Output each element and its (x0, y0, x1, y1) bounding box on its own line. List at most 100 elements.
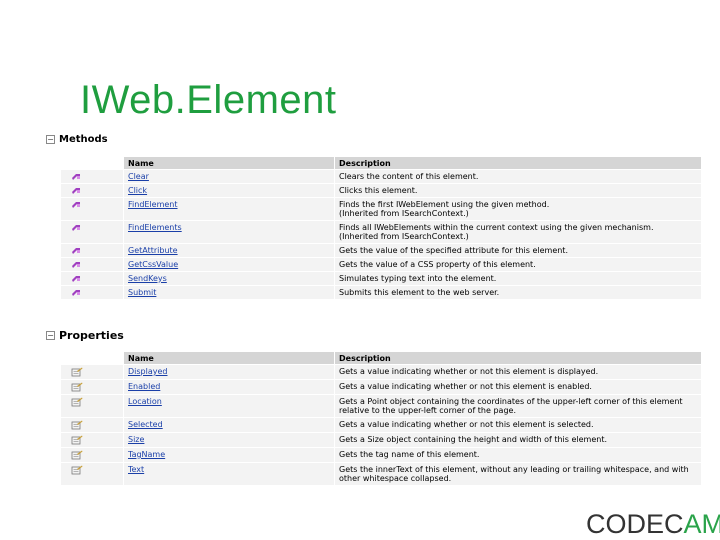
property-name-cell: TagName (124, 448, 334, 462)
method-row: GetCssValue Gets the value of a CSS prope… (61, 258, 701, 271)
property-description-cell: Gets the innerText of this element, with… (335, 463, 701, 485)
method-description-line: Gets the value of a CSS property of this… (339, 260, 536, 269)
method-name-link[interactable]: FindElement (128, 200, 178, 209)
method-name-link[interactable]: GetCssValue (128, 260, 178, 269)
property-description-cell: Gets a value indicating whether or not t… (335, 380, 701, 394)
method-description-cell: Simulates typing text into the element. (335, 272, 701, 285)
method-row: GetAttribute Gets the value of the specif… (61, 244, 701, 257)
name-column-header: Name (124, 352, 334, 364)
method-name-link[interactable]: Submit (128, 288, 156, 297)
property-description-cell: Gets a value indicating whether or not t… (335, 418, 701, 432)
property-description-line: Gets the tag name of this element. (339, 450, 480, 459)
property-name-link[interactable]: Location (128, 397, 162, 406)
method-name-cell: FindElement (124, 198, 334, 220)
property-icon (71, 450, 83, 462)
property-icon (71, 435, 83, 447)
properties-heading: Properties (59, 329, 124, 342)
icon-cell (61, 170, 123, 183)
method-name-cell: GetCssValue (124, 258, 334, 271)
method-description-line: Finds the first IWebElement using the gi… (339, 200, 550, 209)
property-description-line: Gets a Size object containing the height… (339, 435, 608, 444)
property-name-link[interactable]: Enabled (128, 382, 160, 391)
method-icon (71, 276, 82, 285)
property-name-link[interactable]: Text (128, 465, 144, 474)
method-description-cell: Gets the value of a CSS property of this… (335, 258, 701, 271)
slide-title: IWeb.Element (80, 78, 337, 122)
methods-heading: Methods (59, 134, 108, 145)
method-name-link[interactable]: Clear (128, 172, 149, 181)
properties-section-header[interactable]: − Properties (46, 329, 124, 342)
property-description-line: Gets a value indicating whether or not t… (339, 367, 599, 376)
icon-cell (61, 395, 123, 417)
property-description-line: Gets the innerText of this element, with… (339, 465, 689, 474)
collapse-icon[interactable]: − (46, 135, 55, 144)
property-description-cell: Gets a Point object containing the coord… (335, 395, 701, 417)
collapse-icon[interactable]: − (46, 331, 55, 340)
icon-cell (61, 184, 123, 197)
property-name-link[interactable]: Selected (128, 420, 163, 429)
method-name-cell: SendKeys (124, 272, 334, 285)
icon-cell (61, 258, 123, 271)
properties-table: Name Description Displayed Gets a value i… (60, 351, 702, 486)
method-name-link[interactable]: Click (128, 186, 147, 195)
method-description-cell: Clicks this element. (335, 184, 701, 197)
property-row: Enabled Gets a value indicating whether o… (61, 380, 701, 394)
description-column-header: Description (335, 352, 701, 364)
method-icon (71, 225, 82, 234)
codecamp-logo: CODECAMP (586, 511, 720, 538)
property-description-line: relative to the upper-left corner of the… (339, 406, 516, 415)
method-description-cell: Gets the value of the specified attribut… (335, 244, 701, 257)
method-row: Click Clicks this element. (61, 184, 701, 197)
method-description-line: Simulates typing text into the element. (339, 274, 497, 283)
method-name-cell: FindElements (124, 221, 334, 243)
property-name-link[interactable]: Displayed (128, 367, 168, 376)
description-column-header: Description (335, 157, 701, 169)
property-description-line: other whitespace collapsed. (339, 474, 452, 483)
property-name-link[interactable]: Size (128, 435, 144, 444)
property-row: TagName Gets the tag name of this element… (61, 448, 701, 462)
method-icon (71, 202, 82, 211)
method-name-link[interactable]: GetAttribute (128, 246, 178, 255)
icon-cell (61, 198, 123, 220)
icon-cell (61, 463, 123, 485)
property-description-cell: Gets a value indicating whether or not t… (335, 365, 701, 379)
property-name-cell: Size (124, 433, 334, 447)
property-name-cell: Displayed (124, 365, 334, 379)
property-description-cell: Gets the tag name of this element. (335, 448, 701, 462)
property-icon (71, 420, 83, 432)
method-icon (71, 262, 82, 271)
icon-cell (61, 286, 123, 299)
method-name-link[interactable]: SendKeys (128, 274, 167, 283)
methods-section-header[interactable]: − Methods (46, 134, 108, 145)
method-row: SendKeys Simulates typing text into the e… (61, 272, 701, 285)
method-name-cell: Clear (124, 170, 334, 183)
method-row: Submit Submits this element to the web se… (61, 286, 701, 299)
method-icon (71, 174, 82, 183)
method-row: FindElement Finds the first IWebElement u… (61, 198, 701, 220)
method-row: FindElements Finds all IWebElements withi… (61, 221, 701, 243)
method-name-cell: Click (124, 184, 334, 197)
method-description-cell: Clears the content of this element. (335, 170, 701, 183)
method-description-line: Gets the value of the specified attribut… (339, 246, 568, 255)
icon-cell (61, 448, 123, 462)
method-description-cell: Submits this element to the web server. (335, 286, 701, 299)
property-name-link[interactable]: TagName (128, 450, 165, 459)
property-description-line: Gets a Point object containing the coord… (339, 397, 683, 406)
logo-text-accent: AMP (683, 509, 720, 539)
icon-cell (61, 365, 123, 379)
property-icon (71, 367, 83, 379)
method-name-link[interactable]: FindElements (128, 223, 182, 232)
property-name-cell: Text (124, 463, 334, 485)
icon-cell (61, 221, 123, 243)
icon-cell (61, 433, 123, 447)
method-icon (71, 290, 82, 299)
icon-cell (61, 272, 123, 285)
method-description-cell: Finds all IWebElements within the curren… (335, 221, 701, 243)
method-description-line: Clears the content of this element. (339, 172, 479, 181)
property-icon (71, 382, 83, 394)
method-description-line: (Inherited from ISearchContext.) (339, 232, 469, 241)
method-name-cell: Submit (124, 286, 334, 299)
icon-cell (61, 244, 123, 257)
method-icon (71, 188, 82, 197)
method-description-cell: Finds the first IWebElement using the gi… (335, 198, 701, 220)
